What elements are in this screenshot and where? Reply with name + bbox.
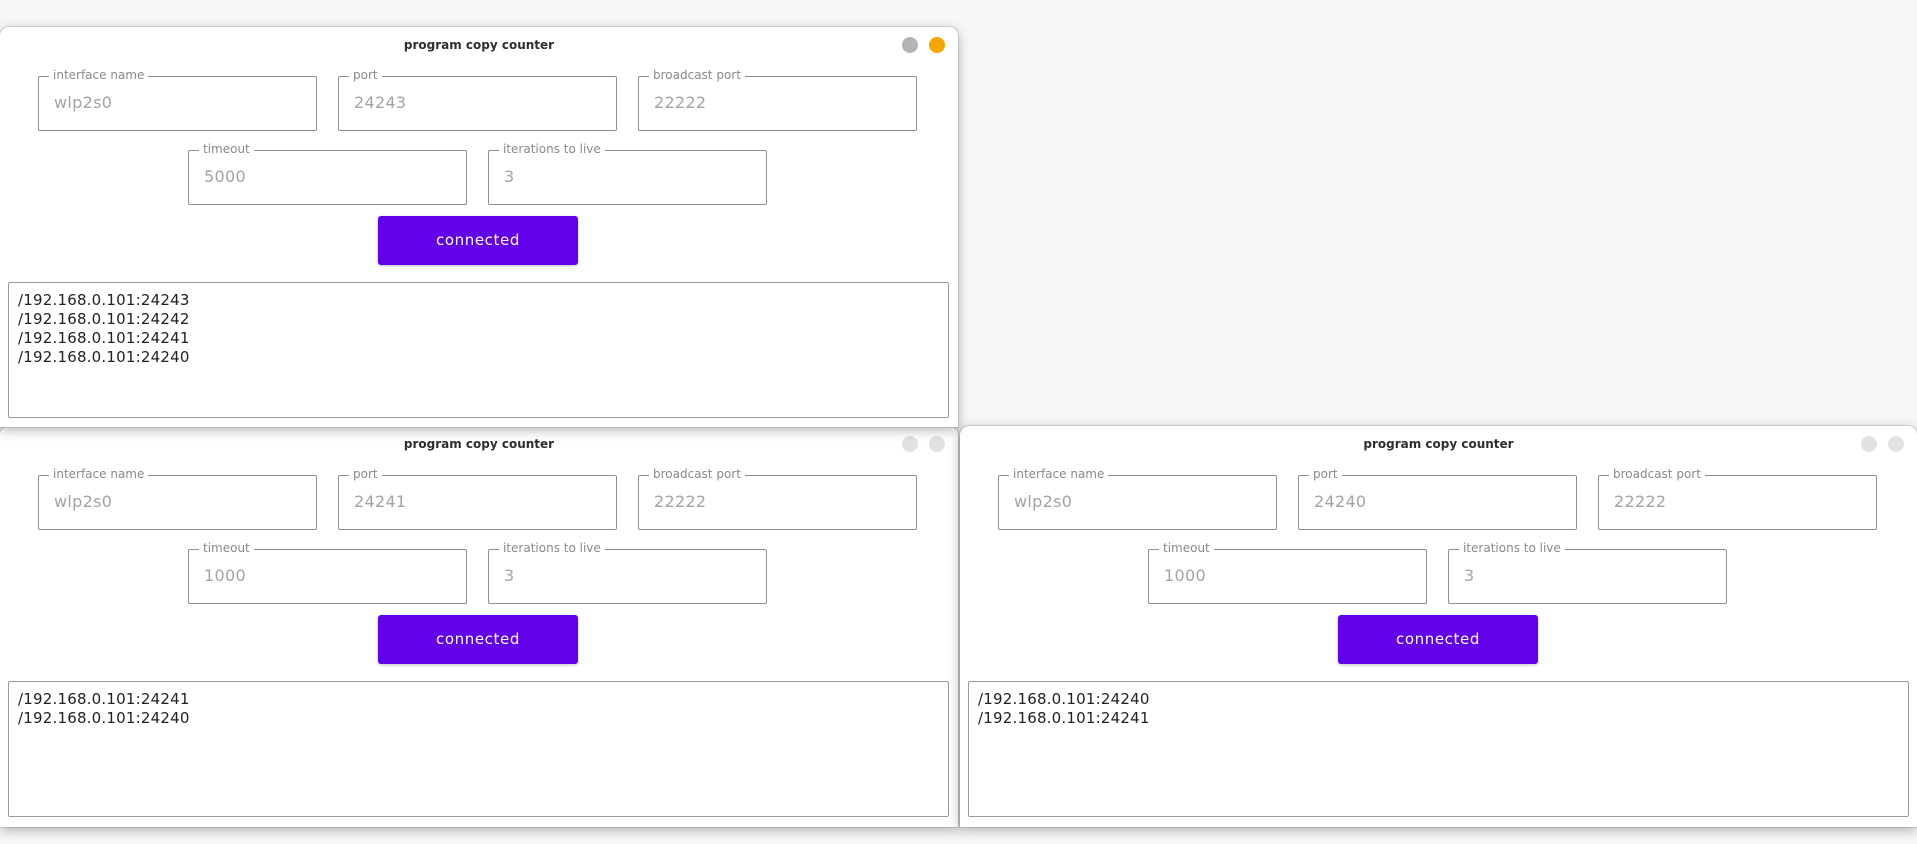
iterations-to-live-field[interactable]: iterations to live 3 (1448, 541, 1727, 604)
timeout-value[interactable]: 1000 (1164, 566, 1206, 585)
iterations-to-live-value[interactable]: 3 (1464, 566, 1474, 585)
port-label: port (349, 68, 382, 82)
window-title: program copy counter (403, 38, 555, 52)
window-title: program copy counter (403, 437, 555, 451)
app-window-3: program copy counter interface name wlp2… (960, 426, 1917, 827)
close-icon[interactable] (1888, 436, 1904, 452)
title-bar[interactable]: program copy counter (0, 426, 958, 462)
peer-list-item: /192.168.0.101:24241 (18, 329, 190, 347)
peer-list[interactable]: /192.168.0.101:24241 /192.168.0.101:2424… (8, 681, 949, 817)
port-field[interactable]: port 24240 (1298, 467, 1577, 530)
timeout-label: timeout (1159, 541, 1214, 555)
broadcast-port-field[interactable]: broadcast port 22222 (1598, 467, 1877, 530)
iterations-to-live-label: iterations to live (499, 541, 605, 555)
port-value[interactable]: 24243 (354, 93, 406, 112)
iterations-to-live-label: iterations to live (1459, 541, 1565, 555)
timeout-field[interactable]: timeout 1000 (1148, 541, 1427, 604)
port-label: port (1309, 467, 1342, 481)
port-field[interactable]: port 24243 (338, 68, 617, 131)
connect-button[interactable]: connected (378, 615, 578, 664)
broadcast-port-field[interactable]: broadcast port 22222 (638, 467, 917, 530)
interface-name-value[interactable]: wlp2s0 (54, 93, 112, 112)
iterations-to-live-field[interactable]: iterations to live 3 (488, 541, 767, 604)
peer-list-item: /192.168.0.101:24240 (18, 709, 190, 727)
port-value[interactable]: 24240 (1314, 492, 1366, 511)
iterations-to-live-value[interactable]: 3 (504, 167, 514, 186)
broadcast-port-field[interactable]: broadcast port 22222 (638, 68, 917, 131)
peer-list-item: /192.168.0.101:24241 (978, 709, 1150, 727)
broadcast-port-value[interactable]: 22222 (654, 492, 706, 511)
broadcast-port-label: broadcast port (649, 467, 745, 481)
port-label: port (349, 467, 382, 481)
close-icon[interactable] (929, 436, 945, 452)
iterations-to-live-field[interactable]: iterations to live 3 (488, 142, 767, 205)
iterations-to-live-label: iterations to live (499, 142, 605, 156)
interface-name-label: interface name (49, 467, 149, 481)
iterations-to-live-value[interactable]: 3 (504, 566, 514, 585)
peer-list-item: /192.168.0.101:24243 (18, 291, 190, 309)
timeout-value[interactable]: 1000 (204, 566, 246, 585)
peer-list[interactable]: /192.168.0.101:24240 /192.168.0.101:2424… (968, 681, 1909, 817)
title-bar[interactable]: program copy counter (0, 27, 958, 63)
port-field[interactable]: port 24241 (338, 467, 617, 530)
window-title: program copy counter (1363, 437, 1514, 451)
interface-name-field[interactable]: interface name wlp2s0 (38, 467, 317, 530)
timeout-field[interactable]: timeout 1000 (188, 541, 467, 604)
interface-name-value[interactable]: wlp2s0 (54, 492, 112, 511)
peer-list-item: /192.168.0.101:24240 (978, 690, 1150, 708)
peer-list-item: /192.168.0.101:24240 (18, 348, 190, 366)
minimize-icon[interactable] (1861, 436, 1877, 452)
interface-name-label: interface name (49, 68, 149, 82)
connect-button[interactable]: connected (1338, 615, 1538, 664)
timeout-label: timeout (199, 541, 254, 555)
port-value[interactable]: 24241 (354, 492, 406, 511)
broadcast-port-label: broadcast port (649, 68, 745, 82)
title-bar[interactable]: program copy counter (960, 426, 1917, 462)
broadcast-port-value[interactable]: 22222 (1614, 492, 1666, 511)
interface-name-label: interface name (1009, 467, 1109, 481)
app-window-1: program copy counter interface name wlp2… (0, 27, 958, 427)
broadcast-port-value[interactable]: 22222 (654, 93, 706, 112)
minimize-icon[interactable] (902, 37, 918, 53)
connect-button[interactable]: connected (378, 216, 578, 265)
close-icon[interactable] (929, 37, 945, 53)
interface-name-value[interactable]: wlp2s0 (1014, 492, 1072, 511)
timeout-value[interactable]: 5000 (204, 167, 246, 186)
minimize-icon[interactable] (902, 436, 918, 452)
broadcast-port-label: broadcast port (1609, 467, 1705, 481)
timeout-label: timeout (199, 142, 254, 156)
interface-name-field[interactable]: interface name wlp2s0 (38, 68, 317, 131)
peer-list-item: /192.168.0.101:24242 (18, 310, 190, 328)
peer-list[interactable]: /192.168.0.101:24243 /192.168.0.101:2424… (8, 282, 949, 418)
app-window-2: program copy counter interface name wlp2… (0, 426, 958, 827)
interface-name-field[interactable]: interface name wlp2s0 (998, 467, 1277, 530)
peer-list-item: /192.168.0.101:24241 (18, 690, 190, 708)
timeout-field[interactable]: timeout 5000 (188, 142, 467, 205)
